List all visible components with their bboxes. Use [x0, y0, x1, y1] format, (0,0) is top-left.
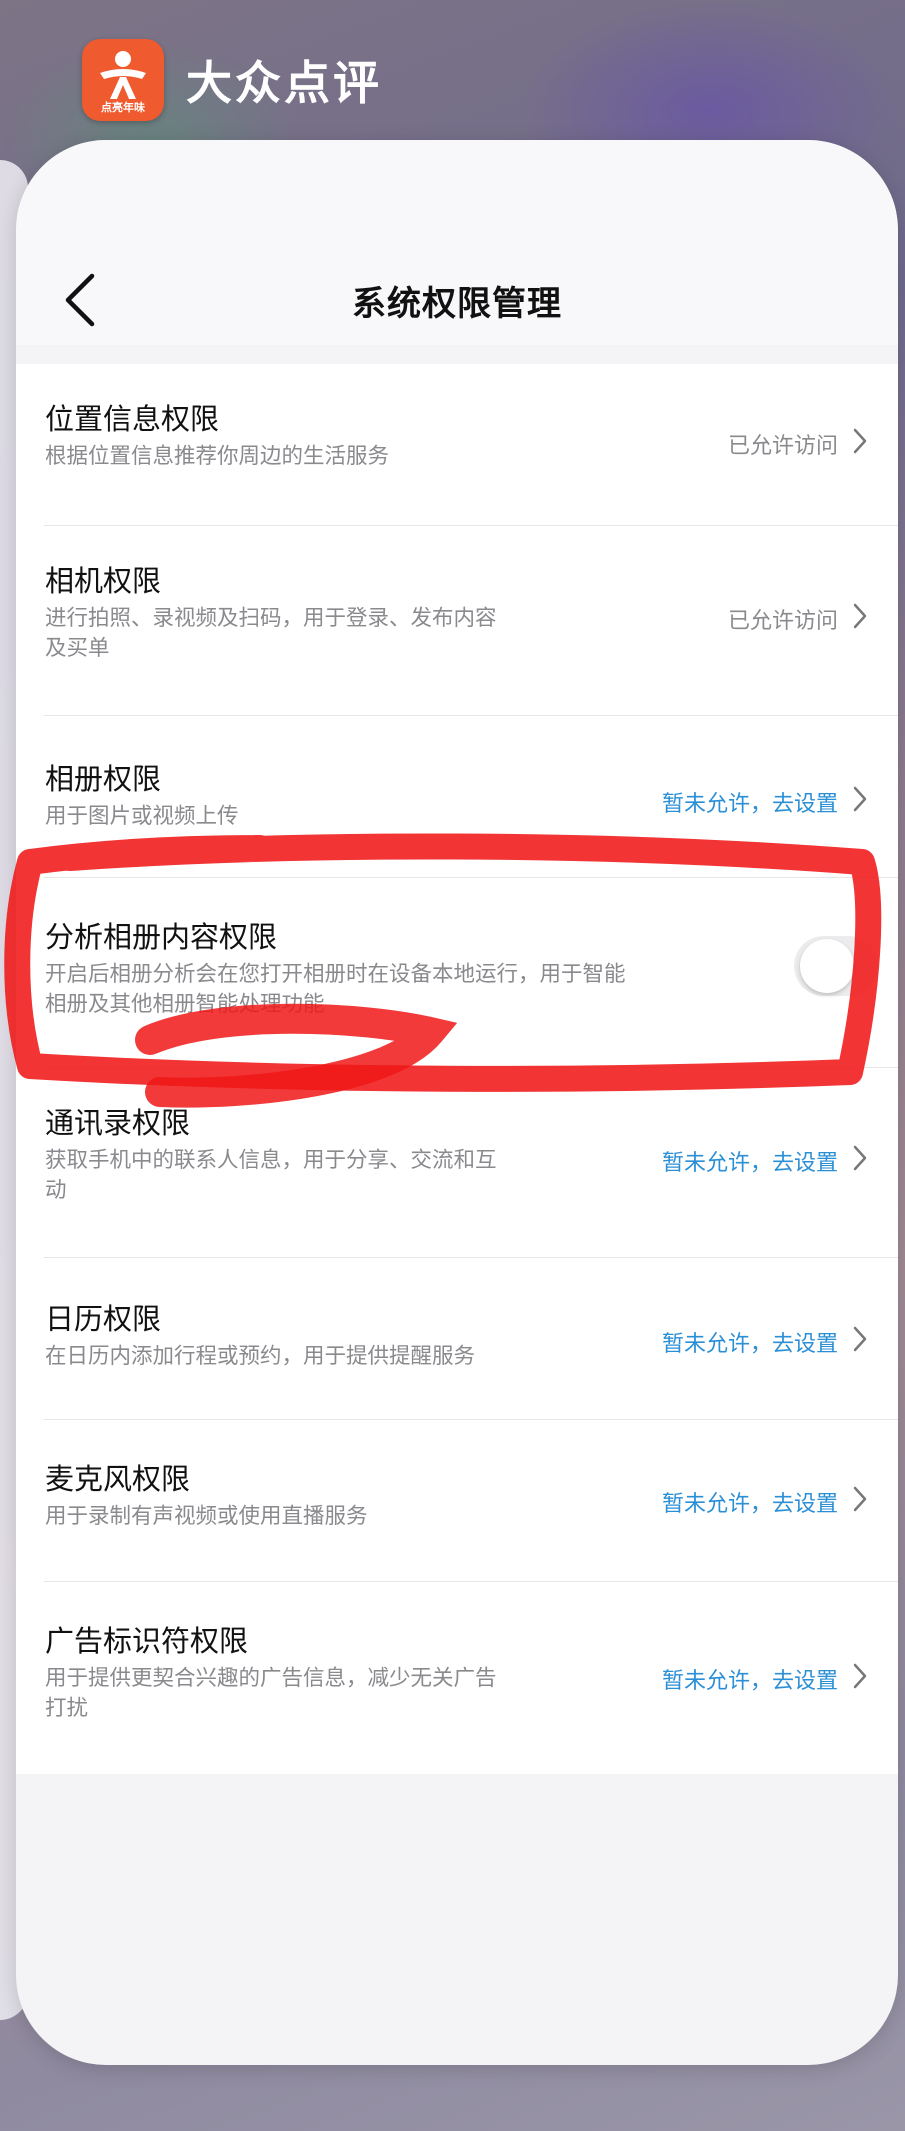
status-link[interactable]: 暂未允许，去设置 [662, 1486, 838, 1518]
row-desc: 用于录制有声视频或使用直播服务 [45, 1504, 368, 1529]
chevron-right-icon[interactable] [850, 784, 870, 814]
app-card[interactable]: 系统权限管理 位置信息权限 根据位置信息推荐你周边的生活服务 已允许访问 相机权… [16, 140, 898, 2065]
row-desc-line1: 获取手机中的联系人信息，用于分享、交流和互 [45, 1148, 497, 1173]
status-link[interactable]: 暂未允许，去设置 [662, 1145, 838, 1177]
permission-list: 位置信息权限 根据位置信息推荐你周边的生活服务 已允许访问 相机权限 进行拍照、… [16, 364, 898, 1774]
app-name: 大众点评 [186, 56, 382, 110]
permission-row-ad-identifier[interactable]: 广告标识符权限 用于提供更契合兴趣的广告信息，减少无关广告 打扰 暂未允许，去设… [16, 1582, 898, 1772]
row-title: 分析相册内容权限 [45, 920, 278, 954]
toggle-knob [800, 939, 854, 993]
row-title: 位置信息权限 [45, 402, 220, 436]
permission-row-camera[interactable]: 相机权限 进行拍照、录视频及扫码，用于登录、发布内容 及买单 已允许访问 [16, 526, 898, 716]
row-desc-line2: 动 [45, 1178, 67, 1203]
row-desc: 在日历内添加行程或预约，用于提供提醒服务 [45, 1344, 476, 1369]
chevron-right-icon[interactable] [850, 1484, 870, 1514]
chevron-right-icon[interactable] [850, 426, 870, 456]
row-title: 相机权限 [45, 564, 162, 598]
status-link[interactable]: 暂未允许，去设置 [662, 1326, 838, 1358]
row-desc: 用于图片或视频上传 [45, 804, 239, 829]
chevron-right-icon[interactable] [850, 1324, 870, 1354]
permission-row-microphone[interactable]: 麦克风权限 用于录制有声视频或使用直播服务 暂未允许，去设置 [16, 1420, 898, 1582]
permission-row-location[interactable]: 位置信息权限 根据位置信息推荐你周边的生活服务 已允许访问 [16, 364, 898, 526]
status-link[interactable]: 暂未允许，去设置 [662, 1663, 838, 1695]
row-title: 广告标识符权限 [45, 1624, 249, 1658]
app-switcher-header[interactable]: 点亮年味 大众点评 [82, 38, 382, 122]
chevron-right-icon[interactable] [850, 601, 870, 631]
row-desc-line2: 打扰 [45, 1696, 89, 1721]
row-title: 通讯录权限 [45, 1106, 191, 1140]
row-desc: 根据位置信息推荐你周边的生活服务 [45, 444, 390, 469]
logo-caption: 点亮年味 [101, 101, 145, 114]
status-text[interactable]: 已允许访问 [728, 603, 838, 635]
status-link[interactable]: 暂未允许，去设置 [662, 786, 838, 818]
row-desc-line1: 用于提供更契合兴趣的广告信息，减少无关广告 [45, 1666, 497, 1691]
row-desc-line2: 相册及其他相册智能处理功能 [45, 992, 325, 1017]
row-title: 相册权限 [45, 762, 162, 796]
album-analysis-toggle[interactable] [794, 936, 878, 996]
row-desc-line2: 及买单 [45, 636, 110, 661]
permission-row-album[interactable]: 相册权限 用于图片或视频上传 暂未允许，去设置 [16, 716, 898, 878]
row-desc-line1: 进行拍照、录视频及扫码，用于登录、发布内容 [45, 606, 497, 631]
page-title: 系统权限管理 [352, 284, 562, 324]
row-title: 麦克风权限 [45, 1462, 191, 1496]
status-text[interactable]: 已允许访问 [728, 428, 838, 460]
permission-row-calendar[interactable]: 日历权限 在日历内添加行程或预约，用于提供提醒服务 暂未允许，去设置 [16, 1258, 898, 1420]
row-title: 日历权限 [45, 1302, 162, 1336]
row-desc-line1: 开启后相册分析会在您打开相册时在设备本地运行，用于智能 [45, 962, 626, 987]
permission-row-album-analysis: 分析相册内容权限 开启后相册分析会在您打开相册时在设备本地运行，用于智能 相册及… [16, 878, 898, 1068]
permission-row-contacts[interactable]: 通讯录权限 获取手机中的联系人信息，用于分享、交流和互 动 暂未允许，去设置 [16, 1068, 898, 1258]
nav-bar: 系统权限管理 [16, 140, 898, 345]
chevron-right-icon[interactable] [850, 1143, 870, 1173]
chevron-right-icon[interactable] [850, 1661, 870, 1691]
app-logo[interactable]: 点亮年味 [82, 39, 164, 121]
